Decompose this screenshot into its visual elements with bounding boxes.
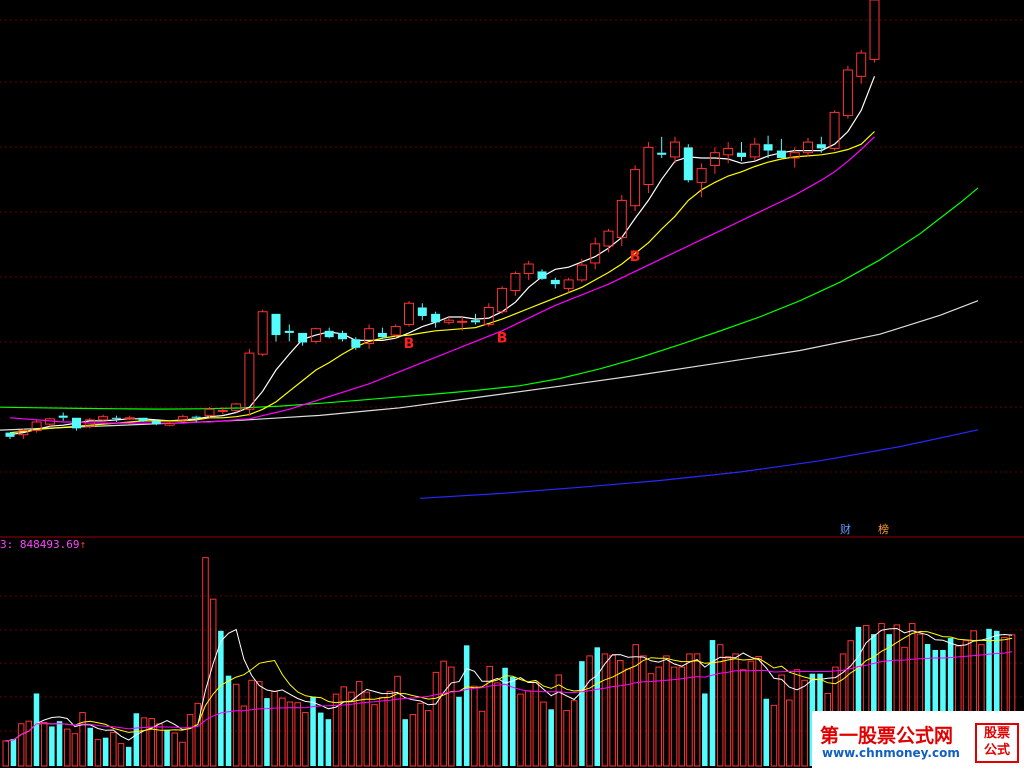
- volume-bar: [709, 640, 716, 766]
- candle: [683, 144, 693, 183]
- volume-readout: 3: 848493.69↑: [0, 538, 86, 551]
- candle-body: [816, 144, 826, 149]
- watermark-logo: 第一股票公式网 www.chnmoney.com 股票 公式: [812, 711, 1024, 768]
- volume-bar: [594, 647, 601, 766]
- volume-bar: [402, 719, 408, 766]
- stock-chart[interactable]: B B B: [0, 0, 1024, 768]
- candle-body: [351, 339, 361, 348]
- candle-body: [763, 144, 773, 151]
- candle-body: [72, 417, 81, 429]
- candle-body: [737, 152, 746, 157]
- volume-bar: [49, 726, 55, 766]
- watermark-title: 第一股票公式网: [820, 725, 954, 747]
- finance-tag[interactable]: 财: [840, 521, 851, 537]
- candle-body: [550, 279, 560, 285]
- volume-prefix: 3:: [0, 538, 20, 551]
- candle-body: [683, 147, 693, 181]
- volume-bar: [510, 676, 516, 766]
- volume-bar: [125, 746, 132, 766]
- volume-bar: [10, 738, 17, 766]
- candle-body: [298, 332, 308, 343]
- volume-bar: [317, 712, 324, 766]
- buy-signal-label: B: [404, 336, 415, 352]
- candle-body: [537, 271, 547, 279]
- candle-body: [111, 417, 121, 419]
- watermark-url: www.chnmoney.com: [822, 746, 960, 760]
- ranking-tag[interactable]: 榜: [878, 521, 889, 537]
- volume-bar: [164, 729, 170, 766]
- volume-bar: [218, 630, 224, 766]
- volume-bar: [102, 737, 109, 766]
- candle-body: [58, 415, 68, 418]
- volume-bar: [325, 719, 332, 766]
- volume-value: 848493.69: [19, 538, 80, 551]
- volume-bar: [33, 693, 40, 766]
- volume-bar: [463, 645, 470, 766]
- buy-signal-label: B: [497, 330, 508, 346]
- watermark-badge-line2: 公式: [983, 743, 1010, 758]
- candle-body: [151, 420, 161, 425]
- volume-bar: [225, 675, 232, 766]
- candle-body: [417, 307, 427, 316]
- up-arrow-icon: ↑: [79, 538, 87, 551]
- volume-bar: [763, 698, 770, 766]
- buy-signal-label: B: [630, 249, 641, 265]
- candle-body: [377, 332, 387, 338]
- candle-body: [431, 313, 441, 323]
- candle-body: [338, 332, 347, 340]
- volume-bar: [56, 721, 63, 766]
- chart-background: [0, 0, 1024, 768]
- watermark-badge-line1: 股票: [983, 726, 1010, 741]
- candle-body: [271, 313, 281, 336]
- candle-body: [776, 150, 786, 158]
- volume-bar: [548, 709, 554, 766]
- candle-body: [324, 330, 334, 338]
- watermark-badge: 股票 公式: [975, 723, 1019, 763]
- candle-body: [191, 416, 201, 418]
- volume-bar: [87, 727, 94, 766]
- candle-body: [657, 152, 667, 155]
- candle-body: [138, 417, 148, 421]
- volume-bar: [702, 693, 708, 766]
- volume-bar: [456, 696, 462, 766]
- volume-bar: [579, 661, 585, 766]
- volume-bar: [133, 713, 140, 766]
- candle-body: [284, 330, 294, 333]
- candle-body: [471, 320, 480, 323]
- candle-body: [5, 432, 15, 437]
